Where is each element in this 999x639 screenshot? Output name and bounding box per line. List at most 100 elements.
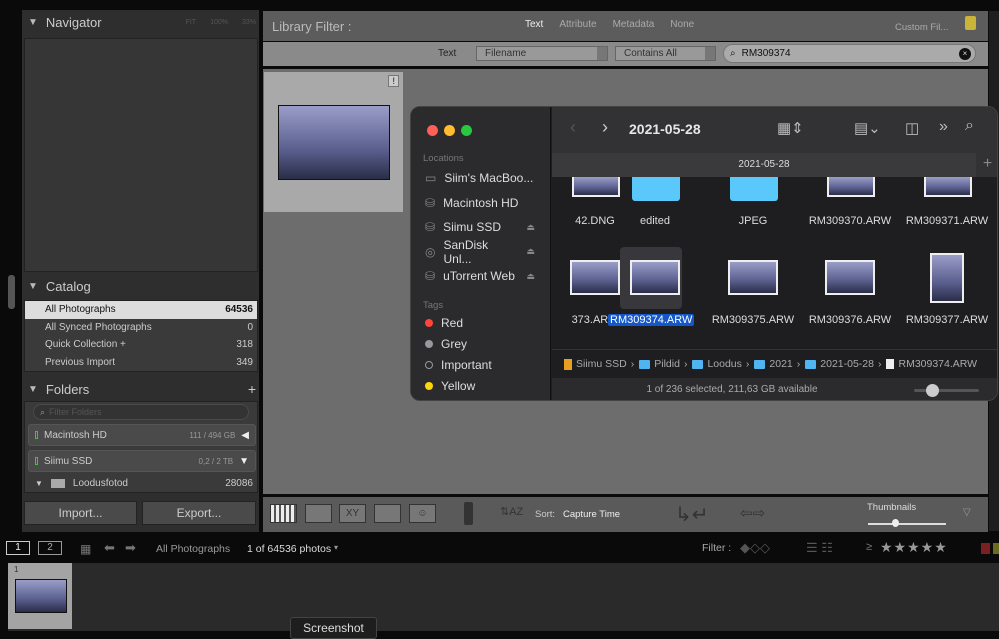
filter-preset-select[interactable]: Custom Fil... [895, 22, 948, 33]
catalog-header[interactable]: ▼ Catalog [28, 279, 91, 294]
preview-pane-icon[interactable]: ◫ [905, 119, 919, 137]
color-label-red[interactable] [981, 543, 990, 554]
filter-label: Filter : [702, 542, 732, 554]
search-icon[interactable]: ⌕ [965, 117, 974, 135]
folder-loodusfotod[interactable]: ▼ Loodusfotod 28086 [35, 476, 253, 490]
path-siimu-ssd[interactable]: Siimu SSD › [564, 358, 634, 370]
path-file[interactable]: RM309374.ARW [886, 358, 977, 370]
file-thumbnail [827, 177, 875, 197]
painter-icon[interactable] [464, 502, 473, 525]
close-button[interactable] [427, 125, 438, 136]
collapse-arrow-icon[interactable]: ▼ [239, 456, 249, 467]
eject-icon[interactable]: ⏏ [526, 271, 535, 282]
path-2021[interactable]: 2021 › [754, 358, 800, 370]
sort-direction-icon[interactable]: ⇅AZ [500, 505, 523, 518]
grid-view-icon[interactable] [270, 504, 297, 523]
grid-cell[interactable]: ! [264, 72, 403, 212]
finder-tab[interactable]: 2021-05-28 [552, 153, 976, 177]
toolbar-menu-icon[interactable]: ▽ [963, 507, 971, 518]
source-label[interactable]: All Photographs [156, 543, 230, 555]
drive-icon: ⛁ [425, 269, 436, 284]
path-pildid[interactable]: Pildid › [639, 358, 687, 370]
export-button[interactable]: Export... [142, 501, 256, 525]
filter-tab-none[interactable]: None [670, 19, 694, 30]
forward-icon[interactable]: › [602, 117, 608, 138]
filmstrip-thumbnail[interactable] [15, 579, 67, 613]
file-item[interactable]: RM309377.ARW [902, 247, 992, 337]
zoom-fit[interactable]: FIT [186, 19, 197, 26]
catalog-item-all-photographs[interactable]: All Photographs 64536 [25, 301, 257, 319]
tag-important[interactable]: Important [411, 354, 551, 375]
location-siimu-ssd[interactable]: ⛁ Siimu SSD ⏏ [411, 215, 551, 240]
folders-header[interactable]: ▼ Folders + [28, 381, 256, 397]
flag-filter-icons[interactable]: ◆◇◇ [740, 540, 770, 556]
search-field[interactable]: ⌕ RM309374 × [723, 44, 976, 63]
thumbnail-size-slider[interactable] [868, 519, 946, 527]
navigator-title: Navigator [45, 15, 102, 30]
file-item[interactable]: RM309374.ARW [608, 247, 700, 337]
filmstrip-cell[interactable]: 1 [8, 563, 72, 629]
photo-thumbnail[interactable] [278, 105, 390, 180]
sort-select[interactable]: Capture Time [563, 509, 620, 520]
location-sandisk[interactable]: ◎ SanDisk Unl... ⏏ [411, 238, 551, 266]
drive-macintosh-hd[interactable]: Macintosh HD 111 / 494 GB ◀ [28, 424, 256, 446]
eject-icon[interactable]: ⏏ [526, 222, 535, 233]
back-arrow-icon[interactable]: ⬅ [104, 540, 115, 556]
catalog-item-previous-import[interactable]: Previous Import 349 [25, 354, 257, 372]
tag-yellow[interactable]: Yellow [411, 375, 551, 396]
minimize-button[interactable] [444, 125, 455, 136]
add-folder-button[interactable]: + [248, 381, 256, 397]
import-button[interactable]: Import... [24, 501, 137, 525]
eject-icon[interactable]: ⏏ [526, 246, 535, 257]
compare-view-icon[interactable]: XY [339, 504, 366, 523]
path-2021-05-28[interactable]: 2021-05-28 › [805, 358, 881, 370]
drive-siimu-ssd[interactable]: Siimu SSD 0,2 / 2 TB ▼ [28, 450, 256, 472]
forward-arrow-icon[interactable]: ➡ [125, 540, 136, 556]
filter-tab-metadata[interactable]: Metadata [613, 19, 655, 30]
zoom-100[interactable]: 100% [210, 19, 228, 26]
rotate-icons[interactable]: ↳↵ [675, 502, 709, 527]
slider-knob[interactable] [892, 519, 900, 527]
grid-icon[interactable]: ▦ [80, 542, 91, 556]
filter-tab-text[interactable]: Text [525, 19, 543, 30]
screen-2-button[interactable]: 2 [38, 541, 62, 555]
edit-filter-icons[interactable]: ☰ ☷ [806, 540, 833, 556]
catalog-item-all-synced[interactable]: All Synced Photographs 0 [25, 319, 257, 337]
rating-stars[interactable]: ★★★★★ [880, 539, 948, 556]
folders-list: ⌕ Filter Folders Macintosh HD 111 / 494 G… [24, 401, 258, 493]
location-macintosh-hd[interactable]: ⛁ Macintosh HD [411, 191, 551, 216]
loupe-view-icon[interactable] [305, 504, 332, 523]
file-item[interactable]: RM309375.ARW [708, 247, 798, 337]
location-utorrent[interactable]: ⛁ uTorrent Web ⏏ [411, 264, 551, 289]
file-item[interactable]: RM309376.ARW [805, 247, 895, 337]
group-icon[interactable]: ▤⌄ [854, 119, 881, 137]
new-tab-button[interactable]: + [976, 153, 997, 177]
zoom-33[interactable]: 33% [242, 19, 256, 26]
back-icon[interactable]: ‹ [570, 117, 576, 138]
more-icon[interactable]: » [939, 118, 948, 136]
zoom-button[interactable] [461, 125, 472, 136]
toolbar: XY ☺ ⇅AZ Sort: Capture Time ↳↵ ⇦⇨ Thumbn… [263, 497, 988, 532]
icon-size-slider[interactable] [914, 384, 979, 397]
filter-tab-attribute[interactable]: Attribute [559, 19, 596, 30]
left-scrollbar[interactable] [8, 275, 15, 309]
people-view-icon[interactable]: ☺ [409, 504, 436, 523]
catalog-item-quick-collection[interactable]: Quick Collection +318 [25, 336, 257, 354]
navigator-header[interactable]: ▼ Navigator FIT 100% 33% [28, 15, 256, 30]
survey-view-icon[interactable] [374, 504, 401, 523]
expand-arrow-icon[interactable]: ◀ [241, 430, 249, 441]
previous-next-icons[interactable]: ⇦⇨ [740, 504, 765, 522]
tag-red[interactable]: Red [411, 312, 551, 333]
screen-1-button[interactable]: 1 [6, 541, 30, 555]
color-label-yellow[interactable] [993, 543, 999, 554]
location-macbook[interactable]: ▭ Siim's MacBoo... [411, 166, 551, 191]
tag-grey[interactable]: Grey [411, 333, 551, 354]
photo-count[interactable]: 1 of 64536 photos [247, 543, 331, 555]
path-loodus[interactable]: Loodus › [692, 358, 749, 370]
lock-icon[interactable] [965, 16, 976, 30]
rule-select[interactable]: Contains All [615, 46, 716, 61]
folder-filter-input[interactable]: ⌕ Filter Folders [33, 404, 249, 420]
view-mode-icon[interactable]: ▦⇕ [777, 119, 804, 137]
field-select[interactable]: Filename [476, 46, 608, 61]
clear-search-icon[interactable]: × [959, 47, 971, 60]
